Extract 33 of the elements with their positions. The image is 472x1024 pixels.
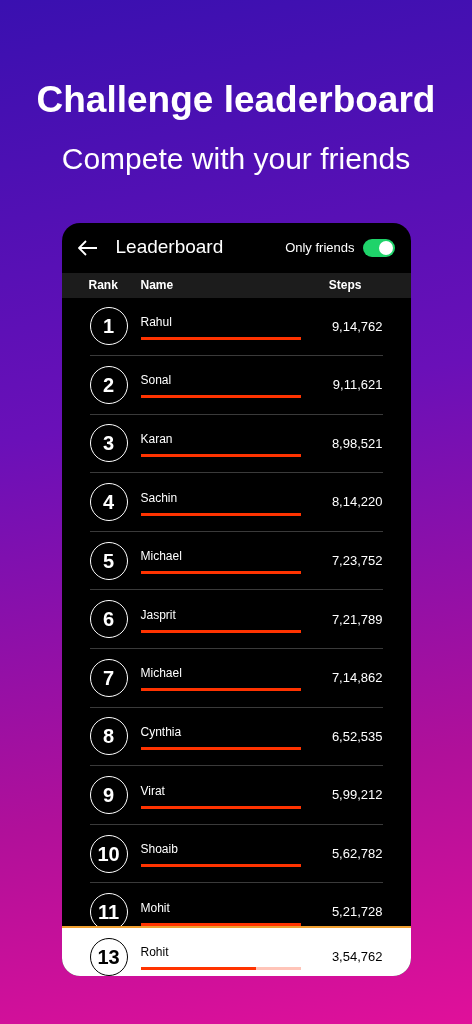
step-count: 7,14,862 [331, 669, 383, 688]
back-arrow-icon[interactable] [77, 239, 98, 256]
player-name: Karan [140, 431, 174, 448]
step-count: 3,54,762 [331, 948, 383, 967]
player-name: Jasprit [140, 606, 177, 624]
step-count: 7,23,752 [331, 551, 383, 570]
player-name: Rohit [140, 944, 170, 962]
step-count: 9,11,621 [332, 376, 383, 395]
step-count: 8,98,521 [331, 434, 383, 453]
step-count: 7,21,789 [331, 610, 383, 629]
step-count: 5,21,728 [331, 903, 383, 922]
player-name: Sachin [140, 489, 179, 507]
column-header: Steps [328, 277, 362, 294]
column-header: Name [140, 277, 174, 294]
screen-title: Leaderboard [115, 235, 224, 260]
headline: Challenge leaderboard [36, 78, 436, 122]
step-count: 6,52,535 [331, 727, 383, 746]
player-name: Mohit [140, 899, 171, 917]
step-count: 9,14,762 [331, 317, 383, 336]
only-friends-toggle[interactable] [362, 238, 395, 257]
subheadline: Compete with your friends [61, 140, 411, 177]
player-name: Michael [140, 665, 183, 683]
step-count: 5,62,782 [331, 844, 383, 863]
player-name: Virat [140, 782, 166, 800]
player-name: Sonal [140, 372, 173, 390]
player-name: Rahul [140, 313, 173, 331]
step-count: 5,99,212 [331, 786, 383, 805]
player-name: Shoaib [140, 841, 179, 859]
toggle-label: Only friends [285, 238, 355, 257]
column-header: Rank [88, 277, 119, 294]
player-name: Cynthia [140, 723, 183, 741]
player-name: Michael [140, 548, 183, 566]
step-count: 8,14,220 [331, 493, 383, 512]
